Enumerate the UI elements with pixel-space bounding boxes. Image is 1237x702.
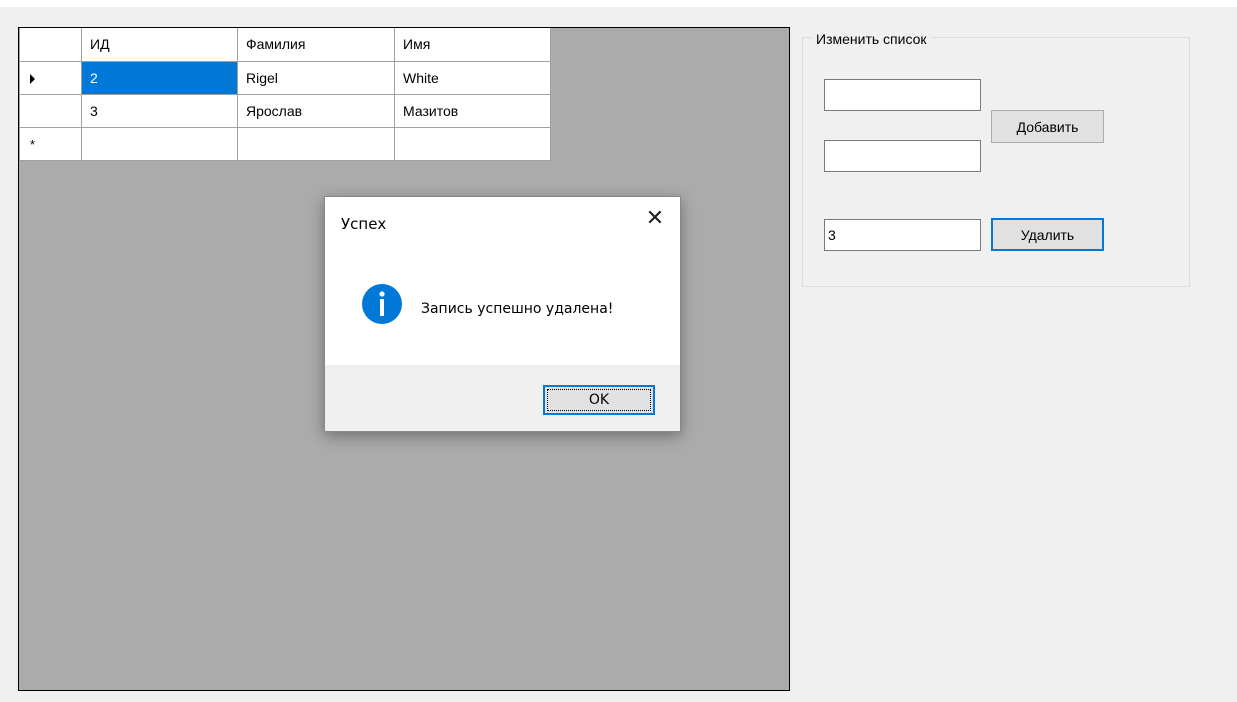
new-row-asterisk-icon: * — [30, 136, 36, 152]
info-icon — [362, 284, 402, 324]
dialog-title: Успех — [341, 215, 387, 233]
grid-table: ИД Фамилия Имя 2 Rigel White 3 Ярослав М… — [19, 28, 551, 161]
surname-input[interactable] — [824, 79, 981, 111]
column-header-name[interactable]: Имя — [394, 28, 551, 62]
column-header-id[interactable]: ИД — [81, 28, 238, 62]
grid-cell-surname[interactable] — [237, 126, 395, 161]
table-row[interactable]: 2 Rigel White — [19, 60, 551, 95]
delete-id-input[interactable] — [824, 219, 981, 251]
dialog-message: Запись успешно удалена! — [421, 301, 614, 317]
grid-header-row: ИД Фамилия Имя — [19, 28, 551, 62]
add-button[interactable]: Добавить — [991, 110, 1104, 143]
grid-cell-surname[interactable]: Rigel — [237, 60, 395, 95]
grid-cell-id[interactable]: 3 — [81, 93, 238, 128]
table-row[interactable]: 3 Ярослав Мазитов — [19, 93, 551, 128]
grid-cell-id[interactable] — [81, 126, 238, 161]
new-row[interactable]: * — [19, 126, 551, 161]
focus-rectangle — [547, 389, 651, 411]
grid-cell-name[interactable]: White — [394, 60, 551, 95]
column-header-surname[interactable]: Фамилия — [237, 28, 395, 62]
success-message-box: Успех ✕ Запись успешно удалена! OK — [324, 196, 681, 432]
groupbox-title: Изменить список — [812, 31, 931, 47]
row-header[interactable] — [19, 93, 82, 128]
row-header[interactable] — [19, 60, 82, 95]
row-header[interactable]: * — [19, 126, 82, 161]
current-row-arrow-icon — [30, 73, 35, 84]
row-header-corner[interactable] — [19, 28, 82, 62]
grid-cell-name[interactable]: Мазитов — [394, 93, 551, 128]
grid-cell-name[interactable] — [394, 126, 551, 161]
ok-button[interactable]: OK — [543, 385, 655, 415]
grid-cell-id[interactable]: 2 — [81, 60, 238, 95]
name-input[interactable] — [824, 140, 981, 172]
close-icon[interactable]: ✕ — [642, 207, 668, 233]
delete-button[interactable]: Удалить — [991, 218, 1104, 251]
grid-cell-surname[interactable]: Ярослав — [237, 93, 395, 128]
